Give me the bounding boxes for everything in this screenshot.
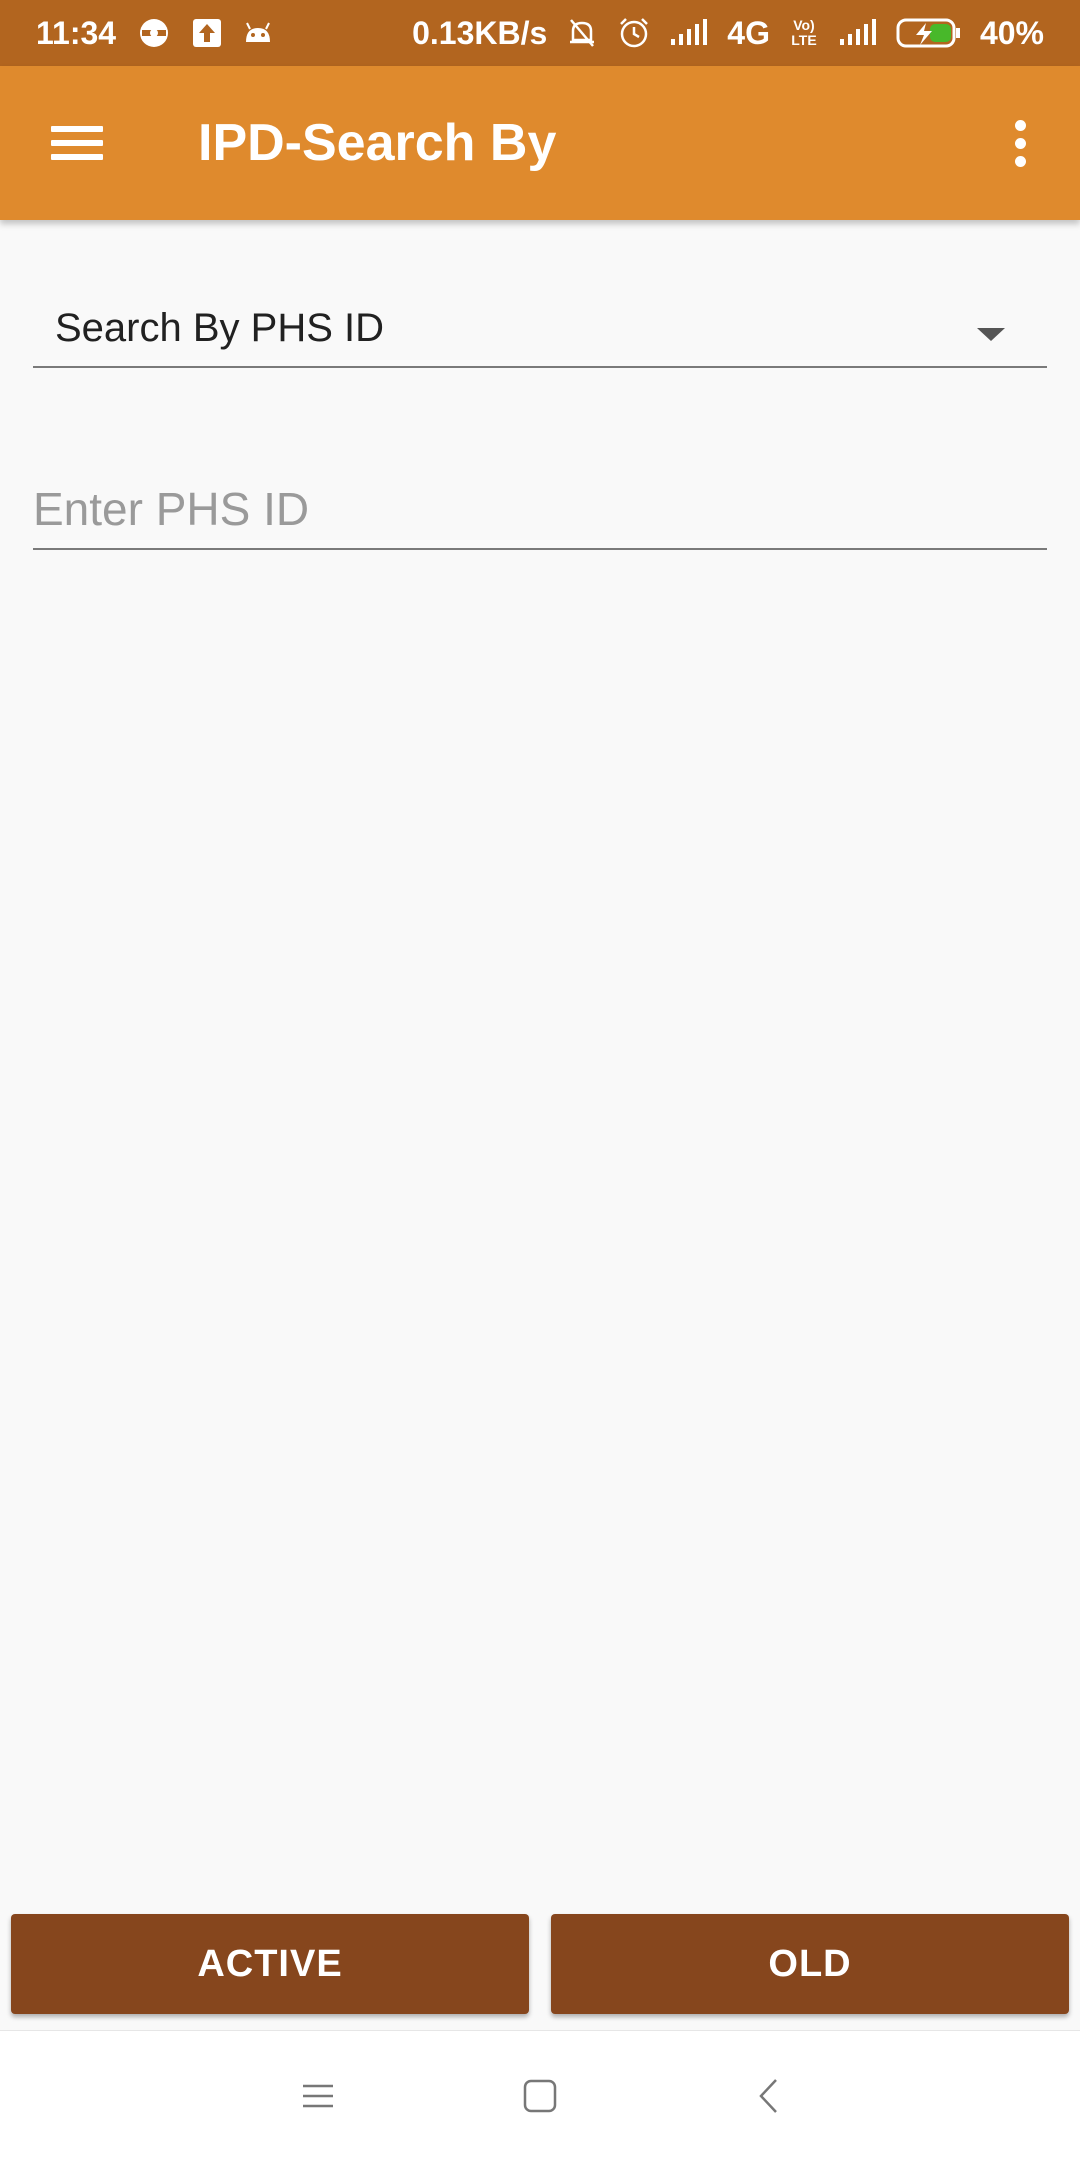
back-icon[interactable] [708, 2031, 828, 2160]
more-vert-icon[interactable] [970, 66, 1070, 220]
page-title: IPD-Search By [198, 114, 557, 172]
dropdown-arrow-icon [977, 328, 1005, 341]
mute-icon [565, 16, 599, 50]
upload-icon [192, 18, 222, 48]
old-button[interactable]: OLD [551, 1914, 1069, 2014]
search-by-dropdown[interactable]: Search By PHS ID [33, 290, 1047, 368]
vpn-icon [136, 17, 172, 49]
search-by-selected: Search By PHS ID [55, 305, 385, 350]
home-icon[interactable] [480, 2031, 600, 2160]
signal-icon [669, 19, 709, 47]
android-debug-icon [242, 20, 274, 46]
active-button[interactable]: ACTIVE [11, 1914, 529, 2014]
volte-label: Vo) LTE [791, 17, 817, 48]
net-speed: 0.13KB/s [412, 14, 548, 51]
app-bar: IPD-Search By [0, 66, 1080, 220]
status-bar: 11:34 0.13KB/s 4G Vo) LTE 40% [0, 0, 1080, 66]
navigation-bar [0, 2030, 1080, 2160]
status-time: 11:34 [36, 14, 117, 51]
phs-id-input[interactable] [33, 470, 1047, 550]
battery-percent: 40% [979, 14, 1044, 51]
alarm-icon [617, 16, 651, 50]
signal-icon [838, 19, 878, 47]
network-type: 4G [727, 14, 770, 51]
battery-charging-icon [896, 17, 962, 49]
recent-apps-icon[interactable] [258, 2031, 378, 2160]
hamburger-menu-icon[interactable] [0, 66, 154, 220]
